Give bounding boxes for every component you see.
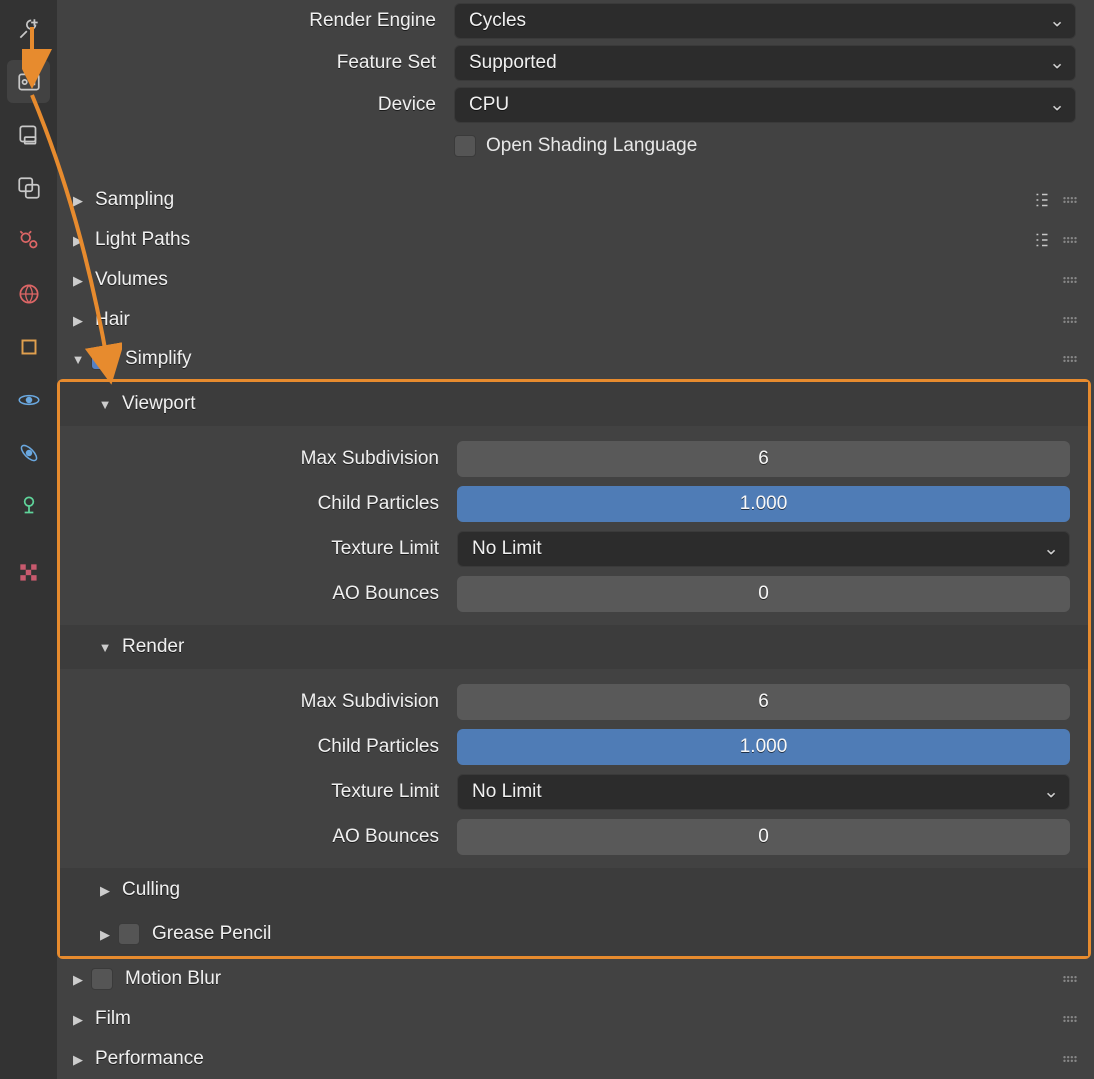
panel-simplify: Simplify [57,340,1094,380]
grip-icon[interactable] [1056,1048,1084,1070]
disclosure-icon[interactable] [67,229,89,251]
subpanel-culling: Culling [60,868,1088,912]
field-vp-ao[interactable]: 0 [457,576,1070,612]
checkbox-osl[interactable] [454,135,476,157]
row-vp-ao: AO Bounces 0 [60,572,1080,616]
grip-icon[interactable] [1056,189,1084,211]
grip-icon[interactable] [1056,309,1084,331]
row-rd-texlimit: Texture Limit No Limit⌄ [60,770,1080,814]
highlight-box: Viewport Max Subdivision 6 Child Particl… [57,379,1091,959]
checkbox-simplify[interactable] [91,348,113,370]
row-rd-ao: AO Bounces 0 [60,815,1080,859]
select-device[interactable]: CPU ⌄ [454,87,1076,123]
checkbox-grease-pencil[interactable] [118,923,140,945]
tab-constraints[interactable] [7,431,50,474]
tab-data[interactable] [7,484,50,527]
disclosure-icon[interactable] [94,636,116,658]
tab-object[interactable] [7,325,50,368]
select-feature-set[interactable]: Supported ⌄ [454,45,1076,81]
select-render-engine[interactable]: Cycles ⌄ [454,3,1076,39]
row-rd-child: Child Particles 1.000 [60,725,1080,769]
disclosure-icon[interactable] [67,1048,89,1070]
tab-viewlayer[interactable] [7,166,50,209]
tab-physics[interactable] [7,378,50,421]
disclosure-icon[interactable] [94,393,116,415]
grip-icon[interactable] [1056,229,1084,251]
row-render-engine: Render Engine Cycles ⌄ [57,1,1086,41]
subpanel-viewport: Viewport [60,382,1088,426]
grip-icon[interactable] [1056,1008,1084,1030]
field-vp-maxsub[interactable]: 6 [457,441,1070,477]
disclosure-icon[interactable] [67,309,89,331]
tab-tool[interactable] [7,7,50,50]
disclosure-icon[interactable] [67,269,89,291]
disclosure-icon[interactable] [67,1008,89,1030]
tab-texture[interactable] [7,551,50,594]
row-rd-maxsub: Max Subdivision 6 [60,680,1080,724]
panel-motion-blur: Motion Blur [57,959,1094,999]
presets-icon[interactable] [1028,229,1056,251]
field-vp-child[interactable]: 1.000 [457,486,1070,522]
label-feature-set: Feature Set [57,52,454,74]
chevron-down-icon: ⌄ [1043,781,1059,804]
checkbox-motion-blur[interactable] [91,968,113,990]
chevron-down-icon: ⌄ [1049,51,1065,74]
row-feature-set: Feature Set Supported ⌄ [57,43,1086,83]
tab-render[interactable] [7,60,50,103]
properties-tabstrip [0,0,57,1079]
row-device: Device CPU ⌄ [57,85,1086,125]
select-rd-texlimit[interactable]: No Limit⌄ [457,774,1070,810]
chevron-down-icon: ⌄ [1049,9,1065,32]
label-device: Device [57,94,454,116]
disclosure-icon[interactable] [67,968,89,990]
tab-output[interactable] [7,113,50,156]
panel-performance: Performance [57,1039,1094,1079]
subpanel-render: Render [60,625,1088,669]
select-vp-texlimit[interactable]: No Limit⌄ [457,531,1070,567]
panel-film: Film [57,999,1094,1039]
disclosure-icon[interactable] [67,348,89,370]
label-osl: Open Shading Language [486,135,697,157]
chevron-down-icon: ⌄ [1043,538,1059,561]
grip-icon[interactable] [1056,348,1084,370]
row-vp-texlimit: Texture Limit No Limit⌄ [60,527,1080,571]
subpanel-grease-pencil: Grease Pencil [60,912,1088,956]
panel-hair: Hair [57,300,1094,340]
row-vp-maxsub: Max Subdivision 6 [60,437,1080,481]
grip-icon[interactable] [1056,968,1084,990]
label-render-engine: Render Engine [57,10,454,32]
tab-world[interactable] [7,272,50,315]
panel-sampling: Sampling [57,180,1094,220]
row-vp-child: Child Particles 1.000 [60,482,1080,526]
chevron-down-icon: ⌄ [1049,93,1065,116]
panel-volumes: Volumes [57,260,1094,300]
panel-light-paths: Light Paths [57,220,1094,260]
disclosure-icon[interactable] [67,189,89,211]
field-rd-ao[interactable]: 0 [457,819,1070,855]
grip-icon[interactable] [1056,269,1084,291]
row-osl: Open Shading Language [57,126,1094,166]
presets-icon[interactable] [1028,189,1056,211]
disclosure-icon[interactable] [94,879,116,901]
field-rd-maxsub[interactable]: 6 [457,684,1070,720]
field-rd-child[interactable]: 1.000 [457,729,1070,765]
disclosure-icon[interactable] [94,923,116,945]
properties-panel: Render Engine Cycles ⌄ Feature Set Suppo… [57,0,1094,1079]
tab-scene[interactable] [7,219,50,262]
